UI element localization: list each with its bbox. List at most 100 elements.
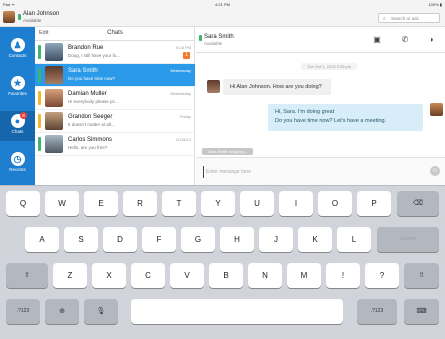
chat-row-grandon-seeger[interactable]: Grandon Seeger It doesn't matter at all.…: [35, 110, 195, 133]
my-status[interactable]: Available: [23, 18, 41, 23]
key-h[interactable]: H: [220, 227, 254, 252]
typing-indicator: Sara Smith is typing...: [202, 148, 253, 155]
chat-row-sara-smith[interactable]: Sara Smith Do you have time now? Wednesd…: [35, 64, 195, 87]
key-p[interactable]: P: [357, 191, 391, 216]
key-w[interactable]: W: [45, 191, 79, 216]
avatar: [45, 66, 63, 84]
numbers-left-key[interactable]: .?123: [6, 299, 40, 324]
unread-badge: 1: [183, 52, 190, 59]
key-e[interactable]: E: [84, 191, 118, 216]
contact-card-icon[interactable]: ▣: [372, 35, 382, 45]
key-l[interactable]: L: [337, 227, 371, 252]
key-y[interactable]: Y: [201, 191, 235, 216]
conversation-contact-name: Sara Smith: [204, 34, 234, 40]
date-separator: Tue Oct 1, 2013 3:33 pm: [301, 63, 358, 70]
conversation-header: Sara Smith Available ▣ ✆ ◑: [196, 27, 445, 53]
sidebar-item-chats[interactable]: ● 8 Chats: [0, 111, 35, 141]
chat-row-damian-muller[interactable]: Damian Muller Hi everybody please joi...…: [35, 87, 195, 110]
key-question[interactable]: ?: [365, 263, 399, 288]
key-c[interactable]: C: [131, 263, 165, 288]
search-key[interactable]: Search: [377, 227, 439, 252]
space-bar[interactable]: [131, 299, 343, 324]
contact-name: Grandon Seeger: [68, 114, 113, 120]
sidebar-item-favorites[interactable]: ★ Favorites: [0, 73, 35, 103]
status-battery: 100% ▮: [428, 2, 442, 7]
avatar: [45, 43, 63, 61]
key-r[interactable]: R: [123, 191, 157, 216]
numbers-right-key[interactable]: .?123: [357, 299, 397, 324]
my-avatar[interactable]: [3, 11, 15, 23]
key-b[interactable]: B: [209, 263, 243, 288]
key-z[interactable]: Z: [53, 263, 87, 288]
chat-list-header: Edit Chats: [35, 27, 195, 41]
sidebar-item-label: Recents: [9, 167, 26, 172]
last-message: Hi everybody please joi...: [68, 99, 119, 104]
last-message: Doug, I still have your fo...: [68, 53, 121, 58]
key-o[interactable]: O: [318, 191, 352, 216]
sidebar-item-label: Chats: [11, 129, 24, 134]
presence-indicator: [38, 45, 41, 59]
presence-indicator: [38, 91, 41, 105]
message-time: Wednesday: [169, 68, 191, 73]
message-time: 11/26/13: [175, 137, 191, 142]
chat-list-title: Chats: [107, 30, 123, 36]
magnifier-icon: ⌕: [383, 16, 386, 22]
key-q[interactable]: Q: [6, 191, 40, 216]
backspace-key[interactable]: ⌫: [397, 191, 439, 216]
phone-icon[interactable]: ✆: [400, 35, 410, 45]
key-exclamation[interactable]: !: [326, 263, 360, 288]
contact-name: Damian Muller: [68, 91, 107, 97]
sidebar: ♟ Contacts ★ Favorites ● 8 Chats ◷ Recen…: [0, 27, 35, 185]
globe-icon[interactable]: ⊕: [45, 299, 79, 324]
compose-bar: Enter message here ☺: [196, 157, 445, 185]
message-input[interactable]: Enter message here: [203, 166, 423, 178]
presence-indicator: [38, 137, 41, 151]
key-m[interactable]: M: [287, 263, 321, 288]
key-d[interactable]: D: [103, 227, 137, 252]
shift-left-key[interactable]: ⇧: [6, 263, 48, 288]
hide-keyboard-icon[interactable]: ⌨: [404, 299, 439, 324]
key-a[interactable]: A: [25, 227, 59, 252]
sidebar-item-label: Contacts: [8, 53, 27, 58]
key-k[interactable]: K: [298, 227, 332, 252]
key-j[interactable]: J: [259, 227, 293, 252]
emoji-icon[interactable]: ☺: [430, 166, 440, 176]
info-icon[interactable]: ◑: [426, 35, 436, 45]
contact-name: Sara Smith: [68, 68, 98, 74]
presence-indicator: [199, 35, 202, 41]
search-placeholder: Search or ask: [391, 16, 419, 21]
sidebar-item-contacts[interactable]: ♟ Contacts: [0, 35, 35, 65]
key-x[interactable]: X: [92, 263, 126, 288]
key-f[interactable]: F: [142, 227, 176, 252]
search-input[interactable]: ⌕ Search or ask: [378, 13, 440, 23]
avatar: [45, 135, 63, 153]
key-u[interactable]: U: [240, 191, 274, 216]
sidebar-item-label: Favorites: [8, 91, 27, 96]
person-icon: ♟: [10, 38, 25, 52]
shift-right-key[interactable]: ⇧: [404, 263, 439, 288]
key-s[interactable]: S: [64, 227, 98, 252]
key-g[interactable]: G: [181, 227, 215, 252]
chat-row-carlos-simmons[interactable]: Carlos Simmons Hello, are you free? 11/2…: [35, 133, 195, 156]
sender-avatar: [207, 80, 220, 93]
last-message: It doesn't matter at all...: [68, 122, 115, 127]
last-message: Do you have time now?: [68, 76, 116, 81]
key-n[interactable]: N: [248, 263, 282, 288]
key-t[interactable]: T: [162, 191, 196, 216]
my-presence-indicator: [18, 14, 21, 20]
key-v[interactable]: V: [170, 263, 204, 288]
presence-indicator: [38, 68, 41, 82]
last-message: Hello, are you free?: [68, 145, 108, 150]
message-time: Wednesday: [169, 91, 191, 96]
key-i[interactable]: I: [279, 191, 313, 216]
avatar: [45, 112, 63, 130]
incoming-message: Hi Alan Johnson. How are you doing?: [223, 79, 331, 95]
sidebar-item-recents[interactable]: ◷ Recents: [0, 149, 35, 179]
chat-list: Edit Chats Brandon Rue Doug, I still hav…: [35, 27, 195, 185]
my-name: Alan Johnson: [23, 11, 60, 17]
contact-name: Brandon Rue: [68, 45, 104, 51]
chat-row-brandon-rue[interactable]: Brandon Rue Doug, I still have your fo..…: [35, 41, 195, 64]
on-screen-keyboard: Q W E R T Y U I O P ⌫ A S D F G H J K L …: [0, 185, 445, 339]
microphone-icon[interactable]: 🎙: [84, 299, 118, 324]
status-time: 4:21 PM: [215, 2, 230, 7]
